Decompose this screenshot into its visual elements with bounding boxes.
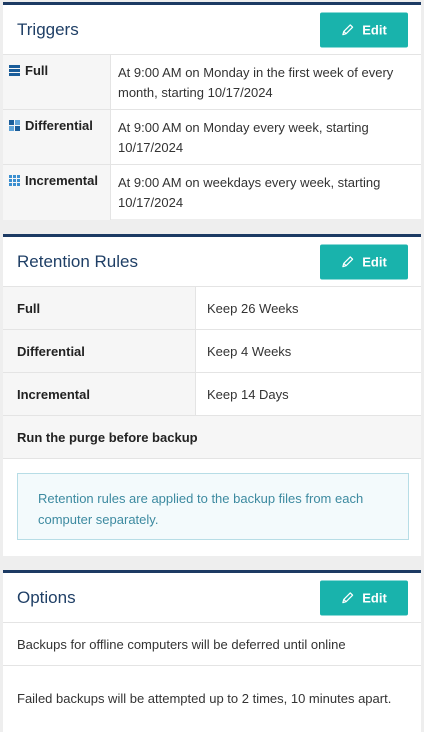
trigger-name: Differential <box>25 118 93 133</box>
options-title: Options <box>17 587 76 607</box>
trigger-row-differential: Differential At 9:00 AM on Monday every … <box>3 110 421 165</box>
retention-header: Retention Rules Edit <box>3 237 421 287</box>
retention-name: Full <box>3 287 196 329</box>
trigger-row-incremental: Incremental At 9:00 AM on weekdays every… <box>3 165 421 220</box>
pencil-icon <box>342 23 354 35</box>
trigger-name: Full <box>25 63 49 78</box>
incremental-backup-icon <box>9 175 20 186</box>
pencil-icon <box>342 591 354 603</box>
retention-panel: Retention Rules Edit Full Keep 26 Weeks … <box>3 234 421 556</box>
full-backup-icon <box>9 65 20 76</box>
options-edit-label: Edit <box>362 590 387 605</box>
trigger-schedule: At 9:00 AM on Monday in the first week o… <box>118 65 394 100</box>
retention-row-full: Full Keep 26 Weeks <box>3 287 421 330</box>
options-edit-button[interactable]: Edit <box>320 580 408 615</box>
trigger-row-full: Full At 9:00 AM on Monday in the first w… <box>3 55 421 110</box>
trigger-schedule: At 9:00 AM on Monday every week, startin… <box>118 120 369 155</box>
options-header: Options Edit <box>3 573 421 623</box>
purge-before-backup-row: Run the purge before backup <box>3 416 421 459</box>
retention-value: Keep 14 Days <box>207 386 289 402</box>
retention-name: Incremental <box>3 373 196 415</box>
retention-edit-button[interactable]: Edit <box>320 244 408 279</box>
trigger-schedule: At 9:00 AM on weekdays every week, start… <box>118 175 381 210</box>
retention-value: Keep 26 Weeks <box>207 300 299 316</box>
option-item: Backups for offline computers will be de… <box>3 623 421 666</box>
triggers-edit-label: Edit <box>362 22 387 37</box>
option-item: Failed backups will be attempted up to 2… <box>17 690 392 706</box>
retention-edit-label: Edit <box>362 254 387 269</box>
retention-info-box: Retention rules are applied to the backu… <box>17 473 409 540</box>
retention-value: Keep 4 Weeks <box>207 343 292 359</box>
retention-name: Differential <box>3 330 196 372</box>
triggers-header: Triggers Edit <box>3 5 421 55</box>
options-panel: Options Edit Backups for offline compute… <box>3 570 421 732</box>
retention-row-incremental: Incremental Keep 14 Days <box>3 373 421 416</box>
retention-row-differential: Differential Keep 4 Weeks <box>3 330 421 373</box>
triggers-edit-button[interactable]: Edit <box>320 12 408 47</box>
retention-title: Retention Rules <box>17 251 138 271</box>
pencil-icon <box>342 255 354 267</box>
differential-backup-icon <box>9 120 20 131</box>
triggers-panel: Triggers Edit Full At 9:00 AM on Monday … <box>3 2 421 220</box>
triggers-title: Triggers <box>17 19 79 39</box>
trigger-name: Incremental <box>25 173 98 188</box>
